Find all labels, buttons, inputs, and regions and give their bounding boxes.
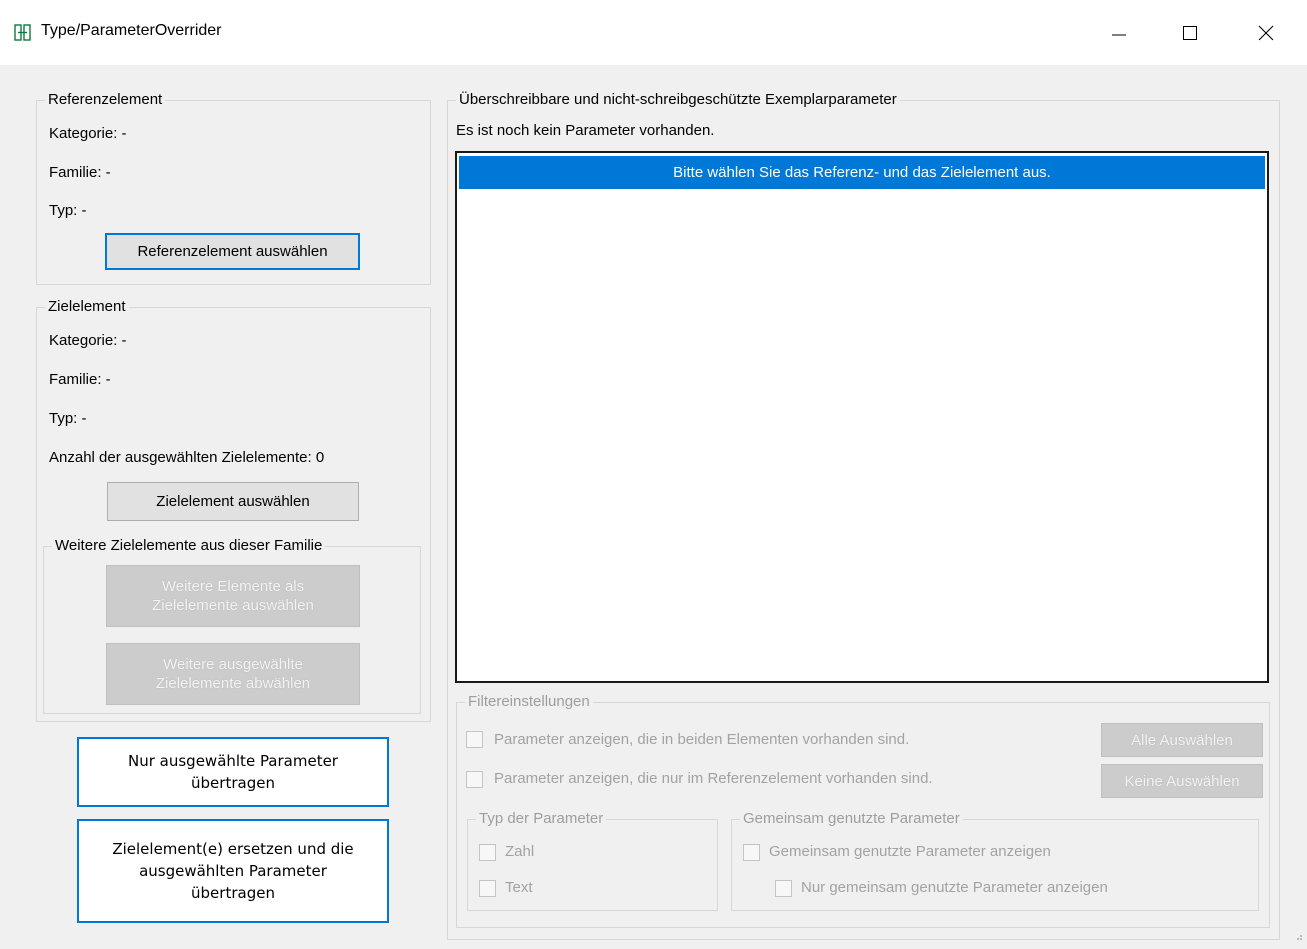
- replace-and-transfer-button[interactable]: Zielelement(e) ersetzen und die ausgewäh…: [77, 819, 389, 923]
- filter-legend: Filtereinstellungen: [465, 693, 593, 710]
- reference-category: Kategorie: -: [49, 125, 127, 142]
- minimize-button[interactable]: [1097, 15, 1141, 51]
- reference-legend: Referenzelement: [45, 91, 166, 108]
- show-both-label: Parameter anzeigen, die in beiden Elemen…: [494, 731, 910, 748]
- select-all-button[interactable]: Alle Auswählen: [1101, 723, 1263, 757]
- target-legend: Zielelement: [45, 298, 129, 315]
- select-target-button[interactable]: Zielelement auswählen: [107, 482, 359, 521]
- parameters-legend: Überschreibbare und nicht-schreibgeschüt…: [456, 91, 900, 108]
- target-count: Anzahl der ausgewählten Zielelemente: 0: [49, 449, 325, 466]
- number-label: Zahl: [505, 843, 535, 860]
- show-reference-only-checkbox[interactable]: [466, 771, 483, 788]
- number-checkbox[interactable]: [479, 844, 496, 861]
- show-shared-checkbox[interactable]: [743, 844, 760, 861]
- maximize-icon: [1183, 26, 1197, 40]
- parameter-list[interactable]: Bitte wählen Sie das Referenz- und das Z…: [455, 151, 1269, 683]
- target-category: Kategorie: -: [49, 332, 127, 349]
- text-label: Text: [505, 879, 533, 896]
- close-icon: [1258, 25, 1274, 41]
- select-reference-button[interactable]: Referenzelement auswählen: [105, 233, 360, 270]
- shared-parameters-group: Gemeinsam genutzte Parameter: [731, 810, 1259, 911]
- show-reference-only-label: Parameter anzeigen, die nur im Referenze…: [494, 770, 933, 787]
- resize-grip-icon[interactable]: [1293, 928, 1303, 945]
- title-bar: Type/ParameterOverrider: [0, 0, 1307, 65]
- list-item[interactable]: Bitte wählen Sie das Referenz- und das Z…: [459, 156, 1265, 189]
- only-shared-checkbox[interactable]: [775, 880, 792, 897]
- show-shared-label: Gemeinsam genutzte Parameter anzeigen: [769, 843, 1051, 860]
- minimize-icon: [1112, 34, 1126, 36]
- reference-type: Typ: -: [49, 202, 87, 219]
- split-window-icon: [14, 24, 31, 41]
- deselect-more-targets-button[interactable]: Weitere ausgewählte Zielelemente abwähle…: [106, 643, 360, 705]
- target-type: Typ: -: [49, 410, 87, 427]
- more-targets-legend: Weitere Zielelemente aus dieser Familie: [52, 537, 326, 554]
- only-shared-label: Nur gemeinsam genutzte Parameter anzeige…: [801, 879, 1108, 896]
- parameter-type-group: Typ der Parameter: [467, 810, 718, 911]
- shared-parameters-legend: Gemeinsam genutzte Parameter: [740, 810, 963, 827]
- transfer-selected-parameters-button[interactable]: Nur ausgewählte Parameter übertragen: [77, 737, 389, 807]
- maximize-button[interactable]: [1168, 15, 1212, 51]
- close-button[interactable]: [1244, 15, 1288, 51]
- show-both-checkbox[interactable]: [466, 731, 483, 748]
- select-more-targets-button[interactable]: Weitere Elemente als Zielelemente auswäh…: [106, 565, 360, 627]
- text-checkbox[interactable]: [479, 880, 496, 897]
- window-title: Type/ParameterOverrider: [41, 22, 222, 39]
- reference-family: Familie: -: [49, 164, 111, 181]
- parameters-status: Es ist noch kein Parameter vorhanden.: [456, 122, 715, 139]
- target-family: Familie: -: [49, 371, 111, 388]
- parameter-type-legend: Typ der Parameter: [476, 810, 607, 827]
- select-none-button[interactable]: Keine Auswählen: [1101, 764, 1263, 798]
